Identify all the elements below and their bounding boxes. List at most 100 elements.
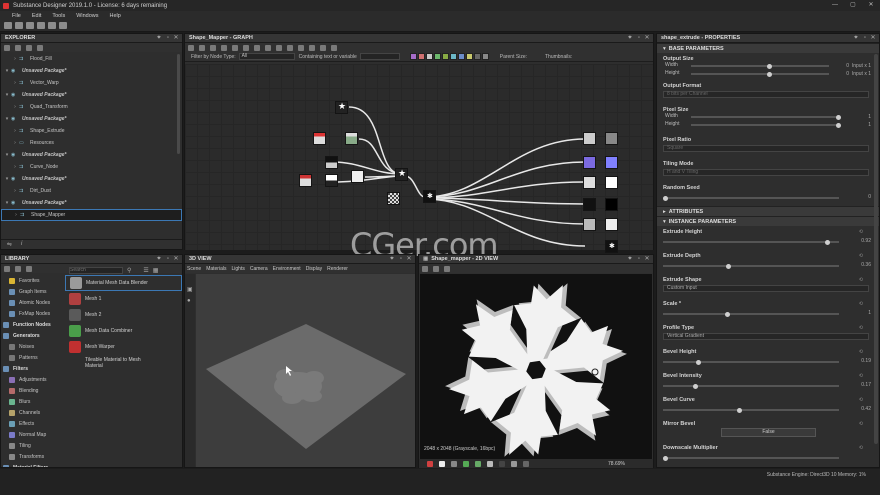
align-center-icon[interactable] bbox=[232, 44, 238, 51]
expand-arrow-icon[interactable]: › bbox=[11, 188, 19, 194]
menu-edit[interactable]: Edit bbox=[32, 13, 41, 19]
library-category[interactable]: Material Filters bbox=[1, 462, 63, 467]
param-reset-icon[interactable]: ⟲ bbox=[859, 397, 863, 403]
float-icon[interactable]: ▫ bbox=[862, 35, 868, 41]
pin-node-icon[interactable] bbox=[210, 44, 216, 51]
expand-arrow-icon[interactable]: › bbox=[11, 164, 19, 170]
explorer-item[interactable]: › ⇉ Curve_Node bbox=[1, 161, 182, 173]
graph-node-out-4b[interactable] bbox=[605, 198, 618, 211]
library-item[interactable]: Tileable Material to Mesh Material bbox=[65, 355, 182, 371]
link-icon[interactable]: ⇋ bbox=[7, 241, 12, 248]
pin-icon[interactable]: ⌖ bbox=[389, 256, 395, 262]
graph-node-shape-mapper[interactable]: ★ bbox=[395, 168, 408, 181]
expand-arrow-icon[interactable]: ▾ bbox=[3, 176, 11, 182]
new-package-icon[interactable] bbox=[4, 22, 12, 29]
graph-tool-icon[interactable] bbox=[417, 53, 425, 60]
redo-icon[interactable] bbox=[59, 22, 67, 29]
view3d-menu-lights[interactable]: Lights bbox=[231, 266, 244, 272]
graph-node-gradient-1[interactable] bbox=[313, 132, 326, 145]
view2d-tool-icon[interactable] bbox=[427, 460, 433, 467]
explorer-item[interactable]: › ▭ Resources bbox=[1, 137, 182, 149]
text-filter-input[interactable] bbox=[359, 53, 400, 60]
view3d-viewport[interactable] bbox=[196, 274, 415, 467]
view2d-canvas[interactable]: 2048 x 2048 (Grayscale, 16bpc) bbox=[420, 274, 652, 459]
align-right-icon[interactable] bbox=[243, 44, 249, 51]
pin-icon[interactable]: ⌖ bbox=[627, 256, 633, 262]
library-item[interactable]: Mesh Warper bbox=[65, 339, 182, 355]
param-reset-icon[interactable]: ⟲ bbox=[859, 229, 863, 235]
library-category[interactable]: Tiling bbox=[1, 440, 63, 451]
close-icon[interactable]: ✕ bbox=[173, 35, 179, 41]
param-slider-knob[interactable] bbox=[824, 239, 830, 245]
library-item[interactable]: Material Mesh Data Blender bbox=[65, 275, 182, 291]
expand-arrow-icon[interactable]: › bbox=[11, 56, 19, 62]
instance-parameters-section[interactable]: ▾ INSTANCE PARAMETERS bbox=[657, 216, 879, 226]
pin-icon[interactable]: ⌖ bbox=[156, 35, 162, 41]
explorer-item[interactable]: ▾ ◉ Unsaved Package* bbox=[1, 173, 182, 185]
param-dropdown[interactable]: Vertical Gradient bbox=[663, 333, 869, 340]
graph-node-out-3[interactable] bbox=[583, 176, 596, 189]
properties-scrollbar[interactable] bbox=[874, 54, 878, 444]
param-reset-icon[interactable]: ⟲ bbox=[859, 253, 863, 259]
explorer-item[interactable]: ▾ ◉ Unsaved Package* bbox=[1, 149, 182, 161]
float-icon[interactable]: ▫ bbox=[636, 256, 642, 262]
fit-icon[interactable] bbox=[422, 265, 428, 272]
frame-icon[interactable] bbox=[188, 44, 194, 51]
alpha-icon[interactable] bbox=[444, 265, 450, 272]
expand-arrow-icon[interactable]: › bbox=[11, 140, 19, 146]
base-parameters-section[interactable]: ▾ BASE PARAMETERS bbox=[657, 43, 879, 53]
library-category[interactable]: Patterns bbox=[1, 352, 63, 363]
comment-icon[interactable] bbox=[199, 44, 205, 51]
graph-node-gradient-2[interactable] bbox=[345, 132, 358, 145]
save-icon[interactable] bbox=[26, 44, 32, 51]
param-slider-knob[interactable] bbox=[736, 407, 742, 413]
zoom-level[interactable]: 78.69% bbox=[608, 461, 625, 467]
library-category[interactable]: Function Nodes bbox=[1, 319, 63, 330]
width-slider-knob[interactable] bbox=[766, 63, 772, 69]
library-search-input[interactable] bbox=[69, 266, 123, 274]
pixel-width-knob[interactable] bbox=[836, 114, 842, 120]
pixel-height-knob[interactable] bbox=[836, 122, 842, 128]
float-icon[interactable]: ▫ bbox=[636, 35, 642, 41]
tiling-mode-dropdown[interactable]: H and V Tiling bbox=[663, 169, 869, 176]
graph-node-blend-1[interactable] bbox=[325, 156, 338, 169]
width-relative[interactable]: Input x 1 bbox=[852, 63, 871, 69]
param-reset-icon[interactable]: ⟲ bbox=[859, 349, 863, 355]
expand-arrow-icon[interactable]: ▾ bbox=[3, 200, 11, 206]
graph-node-blend-2[interactable] bbox=[299, 174, 312, 187]
snap-icon[interactable] bbox=[309, 44, 315, 51]
close-icon[interactable]: ✕ bbox=[644, 35, 650, 41]
align-top-icon[interactable] bbox=[254, 44, 260, 51]
library-category[interactable]: Blurs bbox=[1, 396, 63, 407]
library-category[interactable]: Adjustments bbox=[1, 374, 63, 385]
expand-arrow-icon[interactable]: ▾ bbox=[3, 92, 11, 98]
close-icon[interactable]: ✕ bbox=[173, 256, 179, 262]
menu-tools[interactable]: Tools bbox=[52, 13, 65, 19]
view3d-menu-display[interactable]: Display bbox=[306, 266, 322, 272]
height-relative[interactable]: Input x 1 bbox=[852, 71, 871, 77]
param-reset-icon[interactable]: ⟲ bbox=[859, 373, 863, 379]
param-slider-knob[interactable] bbox=[726, 263, 732, 269]
param-reset-icon[interactable]: ⟲ bbox=[859, 421, 863, 427]
explorer-item[interactable]: › ⇉ Shape_Mapper bbox=[1, 209, 182, 221]
info-icon[interactable]: i bbox=[21, 241, 22, 247]
graph-node-out-2b[interactable] bbox=[605, 156, 618, 169]
view2d-tool-icon[interactable] bbox=[499, 460, 505, 467]
library-category[interactable]: Blending bbox=[1, 385, 63, 396]
grid-icon[interactable] bbox=[320, 44, 326, 51]
distribute-icon[interactable] bbox=[287, 44, 293, 51]
node-type-dropdown[interactable]: All bbox=[238, 53, 295, 60]
graph-node-out-5b[interactable] bbox=[605, 218, 618, 231]
graph-tool-icon[interactable] bbox=[457, 53, 465, 60]
random-seed-knob[interactable] bbox=[663, 195, 668, 201]
library-category[interactable]: Noises bbox=[1, 341, 63, 352]
pin-icon[interactable]: ⌖ bbox=[853, 35, 859, 41]
close-button[interactable]: ✕ bbox=[862, 0, 880, 11]
graph-tool-icon[interactable] bbox=[441, 53, 449, 60]
close-icon[interactable]: ✕ bbox=[406, 256, 412, 262]
view3d-menu-camera[interactable]: Camera bbox=[250, 266, 268, 272]
view2d-tool-icon[interactable] bbox=[511, 460, 517, 467]
param-slider-knob[interactable] bbox=[724, 311, 730, 317]
library-category[interactable]: Generators bbox=[1, 330, 63, 341]
expand-arrow-icon[interactable]: › bbox=[11, 104, 19, 110]
